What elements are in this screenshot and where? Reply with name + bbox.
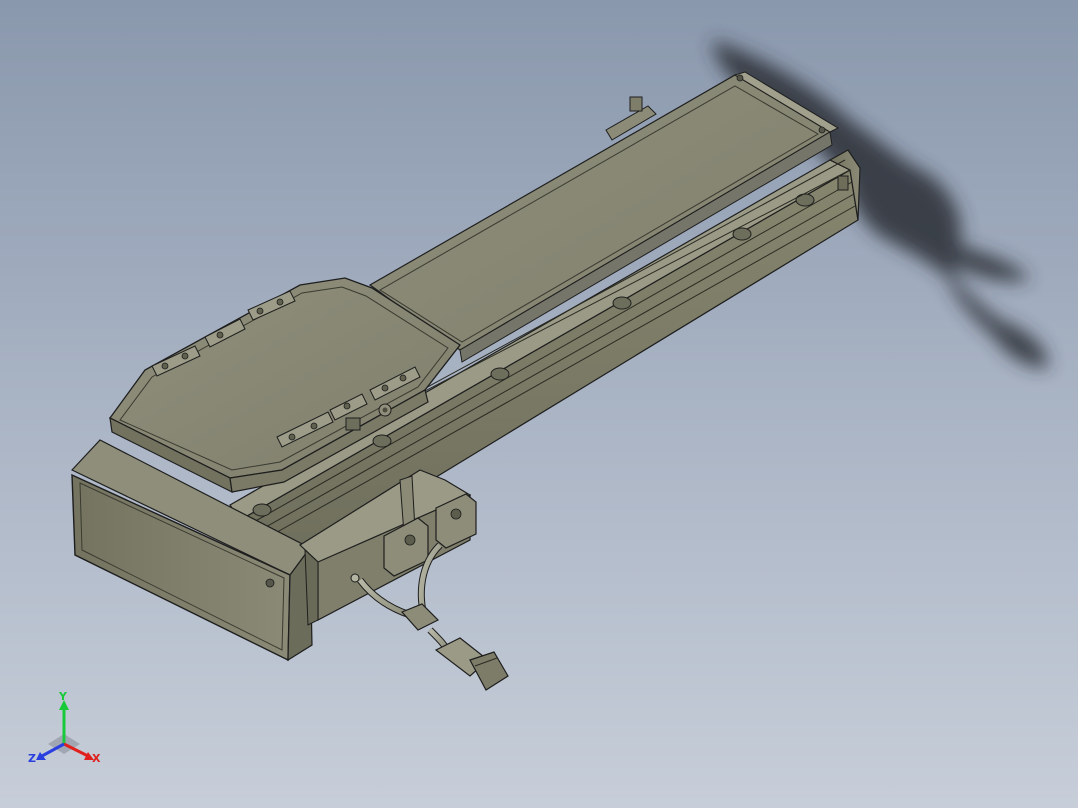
- cad-viewport[interactable]: Y X Z: [0, 0, 1078, 808]
- z-axis-label: Z: [28, 752, 36, 765]
- coordinate-triad[interactable]: Y X Z: [24, 690, 114, 780]
- y-axis-label: Y: [58, 690, 68, 703]
- x-axis-label: X: [92, 752, 101, 765]
- linear-actuator-model[interactable]: [0, 0, 1078, 808]
